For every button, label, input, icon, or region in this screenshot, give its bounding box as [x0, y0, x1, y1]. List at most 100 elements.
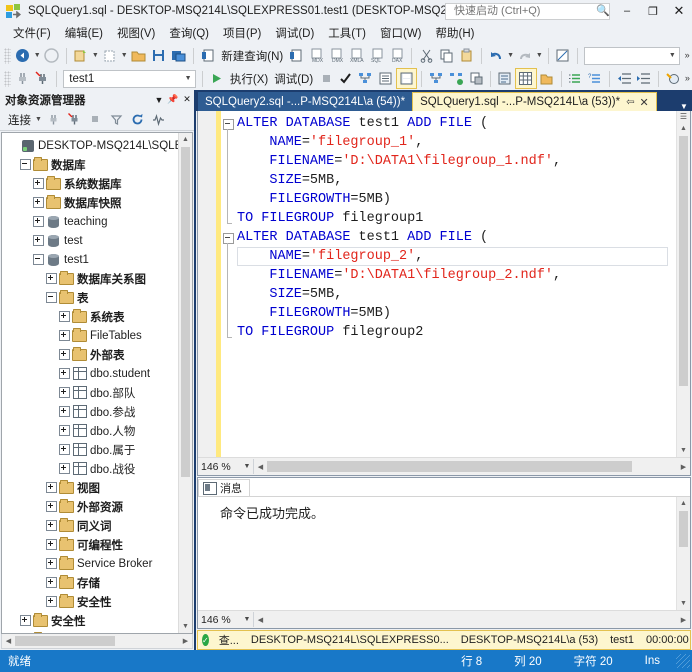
- collapse-minus-icon[interactable]: [19, 158, 32, 171]
- scroll-up-arrow-icon[interactable]: ▲: [677, 497, 690, 510]
- toolbar-overflow-button[interactable]: »: [683, 74, 692, 83]
- quick-launch-input[interactable]: [452, 4, 596, 18]
- expand-plus-icon[interactable]: [58, 443, 71, 456]
- connect-icon[interactable]: [13, 69, 33, 88]
- include-live-stats-icon[interactable]: [446, 69, 466, 88]
- tree-item[interactable]: DESKTOP-MSQ214L\SQLEXPRES: [2, 136, 178, 155]
- expand-plus-icon[interactable]: [45, 519, 58, 532]
- expand-plus-icon[interactable]: [45, 272, 58, 285]
- tree-item[interactable]: teaching: [2, 212, 178, 231]
- new-dax-query-icon[interactable]: DAX: [387, 46, 407, 65]
- tree-item[interactable]: 存储: [2, 573, 178, 592]
- tree-item[interactable]: dbo.student: [2, 364, 178, 383]
- editor-vertical-scrollbar[interactable]: ☰ ▲ ▼: [676, 111, 690, 457]
- query-options-icon[interactable]: [376, 69, 396, 88]
- tree-item[interactable]: 同义词: [2, 516, 178, 535]
- database-selector[interactable]: test1 ▼: [63, 69, 197, 88]
- scroll-down-arrow-icon[interactable]: ▼: [677, 597, 690, 610]
- tree-item[interactable]: 数据库: [2, 155, 178, 174]
- scroll-thumb[interactable]: [679, 511, 688, 547]
- new-project-dropdown-icon[interactable]: ▼: [91, 52, 100, 59]
- navigate-back-icon[interactable]: [13, 46, 33, 65]
- menu-item-debug[interactable]: 调试(D): [268, 23, 321, 43]
- tab-messages[interactable]: 消息: [198, 479, 250, 496]
- results-vertical-scrollbar[interactable]: ▲ ▼: [676, 497, 690, 610]
- expand-plus-icon[interactable]: [45, 481, 58, 494]
- new-query-db-engine-icon[interactable]: [286, 46, 306, 65]
- new-query-button[interactable]: 新建查询(N): [218, 48, 286, 64]
- sql-editor-surface[interactable]: ALTER DATABASE test1 ADD FILE ( NAME='fi…: [198, 111, 690, 457]
- toggle-fullscreen-icon[interactable]: [553, 46, 573, 65]
- expand-plus-icon[interactable]: [32, 234, 45, 247]
- scroll-left-arrow-icon[interactable]: ◀: [254, 463, 267, 471]
- new-analysis-mdx-query-icon[interactable]: MDX: [306, 46, 326, 65]
- pin-icon[interactable]: 📌: [166, 92, 180, 108]
- new-analysis-dmx-query-icon[interactable]: DMX: [327, 46, 347, 65]
- tree-item[interactable]: test1: [2, 250, 178, 269]
- chevron-down-icon[interactable]: ▼: [241, 616, 253, 623]
- navigate-back-dropdown-icon[interactable]: ▼: [33, 52, 42, 59]
- increase-indent-icon[interactable]: [634, 69, 654, 88]
- menu-item-project[interactable]: 项目(P): [216, 23, 268, 43]
- save-all-icon[interactable]: [169, 46, 189, 65]
- editor-split-handle-icon[interactable]: ☰: [677, 111, 690, 122]
- expand-plus-icon[interactable]: [58, 462, 71, 475]
- new-analysis-xmla-query-icon[interactable]: XMLA: [347, 46, 367, 65]
- execute-icon[interactable]: [207, 69, 227, 88]
- copy-icon[interactable]: [437, 46, 457, 65]
- editor-fold-column[interactable]: [221, 111, 235, 457]
- close-icon[interactable]: ✕: [180, 92, 194, 108]
- object-explorer-tree[interactable]: DESKTOP-MSQ214L\SQLEXPRES 数据库系统数据库数据库快照 te…: [2, 133, 178, 633]
- expand-plus-icon[interactable]: [58, 329, 71, 342]
- specify-values-for-template-icon[interactable]: [663, 69, 683, 88]
- search-icon[interactable]: 🔍: [596, 5, 610, 17]
- activity-monitor-icon[interactable]: [148, 110, 169, 129]
- expand-plus-icon[interactable]: [45, 500, 58, 513]
- results-to-text-icon[interactable]: [495, 69, 515, 88]
- tree-item[interactable]: dbo.参战: [2, 402, 178, 421]
- new-item-icon[interactable]: [100, 46, 120, 65]
- uncomment-lines-icon[interactable]: ?: [585, 69, 605, 88]
- display-estimated-plan-icon[interactable]: [356, 69, 376, 88]
- scroll-thumb[interactable]: [15, 636, 115, 646]
- maximize-button[interactable]: ❐: [640, 1, 666, 21]
- tree-item[interactable]: 安全性: [2, 611, 178, 630]
- open-file-icon[interactable]: [128, 46, 148, 65]
- tree-item[interactable]: 数据库关系图: [2, 269, 178, 288]
- menu-item-query[interactable]: 查询(Q): [162, 23, 216, 43]
- expand-plus-icon[interactable]: [58, 405, 71, 418]
- results-horizontal-scrollbar[interactable]: ◀ ▶: [254, 612, 690, 627]
- expand-plus-icon[interactable]: [32, 177, 45, 190]
- expand-plus-icon[interactable]: [58, 348, 71, 361]
- tab-sqlquery2[interactable]: SQLQuery2.sql -...P-MSQ214L\a (54))*: [198, 92, 413, 111]
- menu-item-tools[interactable]: 工具(T): [321, 23, 373, 43]
- chevron-down-icon[interactable]: ▼: [676, 102, 692, 111]
- toolbar-grip[interactable]: [4, 70, 11, 87]
- refresh-icon[interactable]: [127, 110, 148, 129]
- scroll-left-arrow-icon[interactable]: ◀: [2, 635, 15, 648]
- new-query-icon[interactable]: [198, 46, 218, 65]
- disconnect-icon[interactable]: [32, 69, 52, 88]
- menu-item-edit[interactable]: 编辑(E): [58, 23, 110, 43]
- save-icon[interactable]: [149, 46, 169, 65]
- tree-item[interactable]: dbo.战役: [2, 459, 178, 478]
- comment-lines-icon[interactable]: [565, 69, 585, 88]
- results-to-file-icon[interactable]: [537, 69, 557, 88]
- connect-button[interactable]: 连接: [5, 112, 34, 128]
- sql-code-text[interactable]: ALTER DATABASE test1 ADD FILE ( NAME='fi…: [235, 111, 676, 457]
- results-zoom-selector[interactable]: 146 % ▼: [198, 612, 253, 627]
- tree-item[interactable]: 表: [2, 288, 178, 307]
- scroll-down-arrow-icon[interactable]: ▼: [677, 444, 690, 457]
- expand-plus-icon[interactable]: [45, 557, 58, 570]
- new-project-icon[interactable]: [71, 46, 91, 65]
- disconnect-icon[interactable]: [43, 110, 64, 129]
- scroll-right-arrow-icon[interactable]: ▶: [677, 616, 690, 624]
- expand-plus-icon[interactable]: [32, 215, 45, 228]
- scroll-left-arrow-icon[interactable]: ◀: [254, 616, 267, 624]
- object-explorer-vertical-scrollbar[interactable]: ▲ ▼: [178, 133, 192, 633]
- execute-button[interactable]: 执行(X): [227, 71, 271, 87]
- tree-item[interactable]: 安全性: [2, 592, 178, 611]
- expand-plus-icon[interactable]: [58, 310, 71, 323]
- expand-plus-icon[interactable]: [58, 386, 71, 399]
- menu-item-help[interactable]: 帮助(H): [429, 23, 482, 43]
